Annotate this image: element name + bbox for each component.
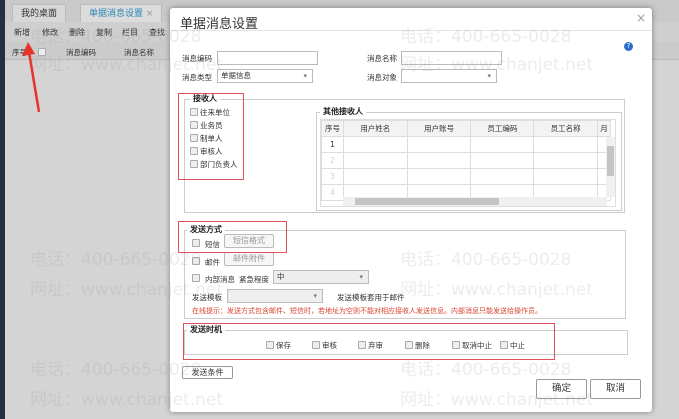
- table-cell: [342, 168, 408, 185]
- code-input[interactable]: [217, 51, 318, 65]
- message-settings-dialog: 单据消息设置 × ? 消息编码 消息名称 消息类型 单据信息 消息对象 接收人 …: [170, 8, 652, 412]
- mail-label: 邮件: [205, 258, 220, 267]
- urgency-label: 紧急程度: [239, 275, 269, 284]
- close-icon[interactable]: ×: [636, 11, 646, 25]
- table-cell: [470, 152, 535, 169]
- type-value: 单据信息: [221, 71, 251, 80]
- column-header: 员工名称: [533, 120, 598, 137]
- copy-button[interactable]: 复制: [96, 27, 112, 38]
- table-cell: [342, 136, 408, 153]
- vertical-scrollbar[interactable]: [606, 137, 615, 197]
- mail-checkbox[interactable]: [192, 257, 200, 265]
- template-note: 发送模板套用于邮件: [337, 293, 405, 302]
- help-icon[interactable]: ?: [624, 42, 633, 51]
- find-button[interactable]: 查找: [149, 27, 165, 38]
- target-select[interactable]: [401, 69, 497, 83]
- title-divider: [170, 30, 652, 31]
- close-icon[interactable]: ×: [146, 9, 154, 19]
- mail-attachment-button[interactable]: 邮件附件: [224, 252, 274, 266]
- column-header: 用户账号: [406, 120, 472, 137]
- column-header: 用户姓名: [342, 120, 408, 137]
- code-label: 消息编码: [182, 54, 212, 63]
- table-cell: [342, 152, 408, 169]
- table-cell: [533, 152, 598, 169]
- urgency-select[interactable]: 中: [273, 270, 369, 284]
- target-label: 消息对象: [367, 73, 397, 82]
- other-receivers-legend: 其他接收人: [320, 106, 366, 117]
- table-cell: [533, 168, 598, 185]
- cancel-button[interactable]: 取消: [590, 379, 641, 399]
- name-label: 消息名称: [367, 54, 397, 63]
- column-header: 月: [597, 120, 611, 137]
- internal-label: 内部消息: [205, 275, 235, 284]
- table-cell: 1: [321, 136, 344, 153]
- table-cell: [533, 136, 598, 153]
- template-select[interactable]: [227, 289, 323, 303]
- online-tip: 在线提示：发送方式包含邮件、短信时，若地址为空则不能对相应接收人发送信息。内部消…: [192, 307, 542, 315]
- highlight-box: [178, 221, 287, 253]
- delete-button[interactable]: 删除: [69, 27, 85, 38]
- table-cell: [406, 152, 472, 169]
- tab-label: 单据消息设置: [89, 9, 144, 19]
- table-cell: [406, 136, 472, 153]
- template-label: 发送模板: [192, 293, 222, 302]
- columns-button[interactable]: 栏目: [122, 27, 138, 38]
- table-cell: 3: [321, 168, 344, 185]
- edit-button[interactable]: 修改: [42, 27, 58, 38]
- column-header: 序号: [321, 120, 344, 137]
- horizontal-scrollbar[interactable]: [343, 197, 607, 206]
- internal-checkbox[interactable]: [192, 274, 200, 282]
- table-cell: 2: [321, 152, 344, 169]
- tab-desktop[interactable]: 我的桌面: [12, 4, 67, 22]
- send-condition-button[interactable]: 发送条件: [182, 366, 233, 379]
- other-receivers-table: 序号 用户姓名 用户账号 员工编码 员工名称月 1 2 3 4: [320, 119, 616, 207]
- urgency-value: 中: [277, 272, 285, 281]
- column-header: 员工编码: [470, 120, 535, 137]
- table-cell: [470, 168, 535, 185]
- table-cell: 4: [321, 184, 344, 201]
- header-code: 消息编码: [66, 48, 96, 57]
- table-cell: [406, 168, 472, 185]
- tab-label: 我的桌面: [21, 9, 58, 19]
- header-name: 消息名称: [124, 48, 154, 57]
- name-input[interactable]: [401, 51, 502, 65]
- tab-message-settings[interactable]: 单据消息设置 ×: [80, 4, 163, 22]
- left-edge: [0, 0, 5, 419]
- type-select[interactable]: 单据信息: [217, 69, 313, 83]
- highlight-box: [178, 93, 244, 180]
- table-row[interactable]: 2: [321, 152, 611, 169]
- type-label: 消息类型: [182, 73, 212, 82]
- new-button[interactable]: 新增: [14, 27, 30, 38]
- table-row[interactable]: 3: [321, 168, 611, 185]
- red-arrow-annotation: [22, 42, 41, 113]
- table-cell: [470, 136, 535, 153]
- ok-button[interactable]: 确定: [536, 379, 587, 399]
- highlight-box: [183, 323, 555, 360]
- table-row[interactable]: 1: [321, 136, 611, 153]
